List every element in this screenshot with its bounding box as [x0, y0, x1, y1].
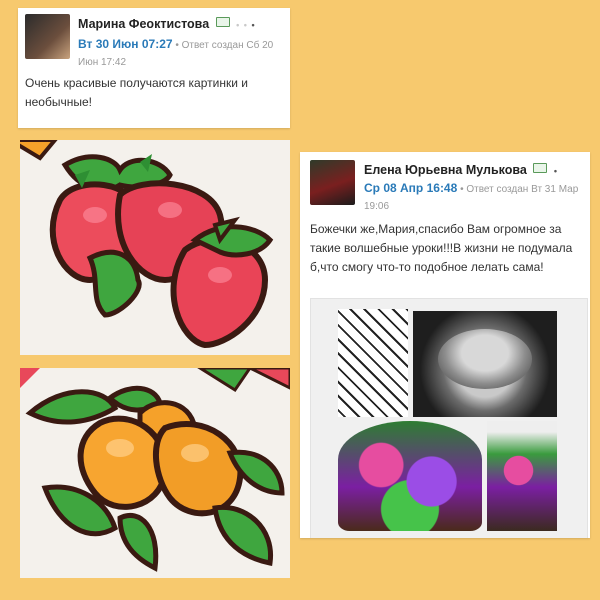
avatar[interactable]: [310, 160, 355, 205]
comment-text: Очень красивые получаются картинки и нео…: [25, 76, 248, 109]
verified-badge-icon: [215, 17, 230, 27]
gallery-image-stencil[interactable]: [338, 309, 408, 417]
verified-badge-icon: [533, 163, 548, 173]
comment-text: Божечки же,Мария,спасибо Вам огромное за…: [310, 222, 573, 274]
photo-gallery: [310, 298, 588, 538]
author-name-text[interactable]: Марина Феоктистова: [78, 17, 209, 31]
avatar[interactable]: [25, 14, 70, 59]
gallery-image-cake-side[interactable]: [487, 421, 557, 531]
peach-photo: [20, 368, 290, 578]
comment-date[interactable]: Ср 08 Апр 16:48: [364, 181, 457, 195]
author-name-text[interactable]: Елена Юрьевна Мулькова: [364, 163, 527, 177]
gallery-image-bowl[interactable]: [413, 311, 557, 417]
more-dots-icon[interactable]: • • •: [236, 20, 255, 30]
comment-card-2: Елена Юрьевна Мулькова • Ср 08 Апр 16:48…: [300, 152, 590, 538]
gallery-image-cake[interactable]: [338, 421, 482, 531]
comment-meta: Вт 30 Июн 07:27 • Ответ создан Сб 20 Июн…: [78, 36, 288, 71]
comment-date[interactable]: Вт 30 Июн 07:27: [78, 37, 173, 51]
bowl-inner: [438, 329, 532, 389]
comment-meta: Ср 08 Апр 16:48 • Ответ создан Вт 31 Мар…: [364, 180, 586, 215]
author-name[interactable]: Марина Феоктистова • • •: [78, 17, 256, 31]
strawberry-photo: [20, 140, 290, 355]
comment-card-1: Марина Феоктистова • • • Вт 30 Июн 07:27…: [18, 8, 290, 128]
more-dots-icon[interactable]: •: [554, 166, 558, 176]
author-name[interactable]: Елена Юрьевна Мулькова •: [364, 163, 558, 177]
